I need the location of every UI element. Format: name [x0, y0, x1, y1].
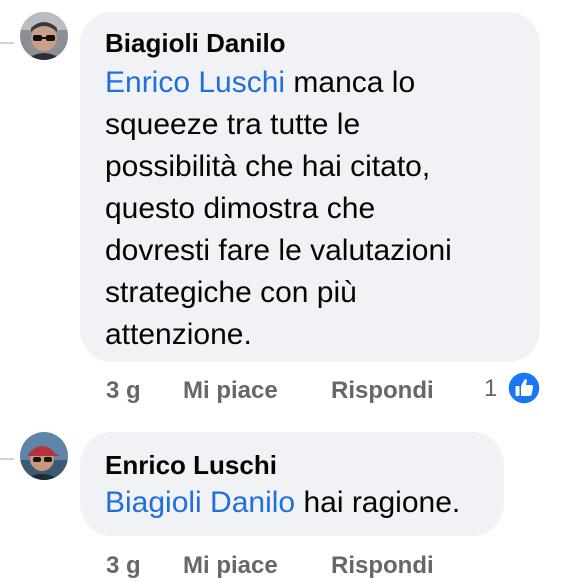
reaction-count[interactable]: 1 — [484, 375, 497, 403]
comment-line: strategiche con più — [105, 276, 357, 309]
comment-author[interactable]: Biagioli Danilo — [105, 28, 286, 58]
comment-timestamp[interactable]: 3 g — [106, 377, 141, 405]
reply-button[interactable]: Rispondi — [331, 552, 434, 580]
like-button[interactable]: Mi piace — [183, 377, 278, 405]
comment-line: attenzione. — [105, 318, 252, 351]
comment-actions: 3 g Mi piace Rispondi — [106, 552, 456, 580]
reply-button[interactable]: Rispondi — [331, 377, 434, 405]
mention-link[interactable]: Enrico Luschi — [105, 66, 285, 99]
like-button[interactable]: Mi piace — [183, 552, 278, 580]
comment-text: Enrico Luschi manca lo squeeze tra tutte… — [105, 62, 525, 356]
comment-actions: 3 g Mi piace Rispondi — [106, 377, 456, 405]
thread-connector-line — [0, 42, 14, 44]
comment-timestamp[interactable]: 3 g — [106, 552, 141, 580]
comment-line: dovresti fare le valutazioni — [105, 234, 452, 267]
avatar-biagioli-danilo[interactable] — [20, 12, 68, 60]
comment-line: questo dimostra che — [105, 192, 376, 225]
mention-link[interactable]: Biagioli Danilo — [105, 486, 295, 519]
comment-line: possibilità che hai citato, — [105, 150, 431, 183]
comment-line: squeeze tra tutte le — [105, 108, 361, 141]
comment-line: hai ragione. — [295, 486, 461, 519]
thread-connector-line — [0, 458, 14, 460]
thumbs-up-icon[interactable] — [507, 371, 541, 405]
avatar-enrico-luschi[interactable] — [20, 432, 68, 480]
comment-author[interactable]: Enrico Luschi — [105, 450, 277, 480]
comment-text: Biagioli Danilo hai ragione. — [105, 482, 495, 524]
comment-line: manca lo — [285, 66, 416, 99]
